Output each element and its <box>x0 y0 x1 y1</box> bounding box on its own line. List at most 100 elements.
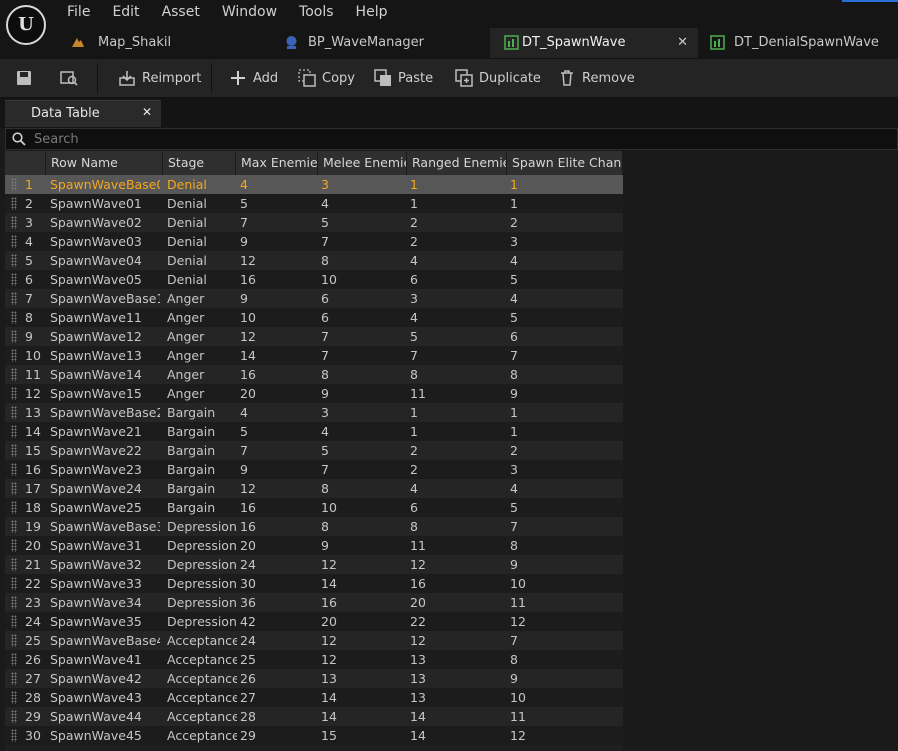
browse-button[interactable] <box>60 59 84 97</box>
row-ranged-enemies-cell: 20 <box>410 595 426 610</box>
row-name-cell: SpawnWaveBase00 <box>50 177 160 192</box>
tab-dt-denialspawnwave[interactable]: DT_DenialSpawnWave <box>698 28 898 58</box>
search-box <box>5 128 898 150</box>
table-row[interactable]: 15 SpawnWave22 Bargain 7 5 2 2 <box>5 441 623 460</box>
row-drag-handle-icon[interactable] <box>11 558 17 571</box>
row-drag-handle-icon[interactable] <box>11 330 17 343</box>
copy-button[interactable]: Copy <box>298 59 355 97</box>
browse-icon <box>60 71 78 86</box>
table-row[interactable]: 10 SpawnWave13 Anger 14 7 7 7 <box>5 346 623 365</box>
column-header-ranged-enemies[interactable]: Ranged Enemies <box>407 151 507 175</box>
menu-help[interactable]: Help <box>345 0 399 24</box>
table-row[interactable]: 5 SpawnWave04 Denial 12 8 4 4 <box>5 251 623 270</box>
table-row[interactable]: 17 SpawnWave24 Bargain 12 8 4 4 <box>5 479 623 498</box>
table-row[interactable]: 7 SpawnWaveBase10 Anger 9 6 3 4 <box>5 289 623 308</box>
table-row[interactable]: 28 SpawnWave43 Acceptance 27 14 13 10 <box>5 688 623 707</box>
column-header-spawn-elite-chance[interactable]: Spawn Elite Chance <box>507 151 623 175</box>
row-drag-handle-icon[interactable] <box>11 634 17 647</box>
add-button[interactable]: Add <box>229 59 278 97</box>
row-index-cell: 12 <box>25 386 41 401</box>
row-ranged-enemies-cell: 6 <box>410 500 418 515</box>
table-row[interactable]: 18 SpawnWave25 Bargain 16 10 6 5 <box>5 498 623 517</box>
remove-button[interactable]: Remove <box>558 59 635 97</box>
table-row[interactable]: 12 SpawnWave15 Anger 20 9 11 9 <box>5 384 623 403</box>
paste-button[interactable]: Paste <box>374 59 433 97</box>
row-drag-handle-icon[interactable] <box>11 501 17 514</box>
menu-tools[interactable]: Tools <box>288 0 345 24</box>
row-drag-handle-icon[interactable] <box>11 577 17 590</box>
table-row[interactable]: 23 SpawnWave34 Depression 36 16 20 11 <box>5 593 623 612</box>
row-drag-handle-icon[interactable] <box>11 653 17 666</box>
row-drag-handle-icon[interactable] <box>11 254 17 267</box>
unreal-logo-icon[interactable]: U <box>6 5 46 45</box>
row-drag-handle-icon[interactable] <box>11 729 17 742</box>
save-icon <box>17 71 31 85</box>
table-row[interactable]: 26 SpawnWave41 Acceptance 25 12 13 8 <box>5 650 623 669</box>
table-row[interactable]: 25 SpawnWaveBase40 Acceptance24 12 12 7 <box>5 631 623 650</box>
table-row[interactable]: 14 SpawnWave21 Bargain 5 4 1 1 <box>5 422 623 441</box>
table-row[interactable]: 20 SpawnWave31 Depression 20 9 11 8 <box>5 536 623 555</box>
row-drag-handle-icon[interactable] <box>11 406 17 419</box>
row-index-cell: 11 <box>25 367 41 382</box>
row-drag-handle-icon[interactable] <box>11 539 17 552</box>
column-header-melee-enemies[interactable]: Melee Enemies <box>318 151 407 175</box>
duplicate-button[interactable]: Duplicate <box>455 59 541 97</box>
table-row[interactable]: 19 SpawnWaveBase30 Depression16 8 8 7 <box>5 517 623 536</box>
row-drag-handle-icon[interactable] <box>11 463 17 476</box>
save-button[interactable] <box>15 59 39 97</box>
row-drag-handle-icon[interactable] <box>11 349 17 362</box>
table-row[interactable]: 27 SpawnWave42 Acceptance 26 13 13 9 <box>5 669 623 688</box>
search-input[interactable] <box>34 130 874 148</box>
close-panel-icon[interactable]: ✕ <box>142 105 152 119</box>
table-row[interactable]: 29 SpawnWave44 Acceptance 28 14 14 11 <box>5 707 623 726</box>
menu-edit[interactable]: Edit <box>101 0 150 24</box>
menu-window[interactable]: Window <box>211 0 288 24</box>
menu-file[interactable]: File <box>56 0 101 24</box>
table-row[interactable]: 22 SpawnWave33 Depression 30 14 16 10 <box>5 574 623 593</box>
row-drag-handle-icon[interactable] <box>11 691 17 704</box>
row-drag-handle-icon[interactable] <box>11 710 17 723</box>
row-drag-handle-icon[interactable] <box>11 444 17 457</box>
row-drag-handle-icon[interactable] <box>11 368 17 381</box>
table-row[interactable]: 9 SpawnWave12 Anger 12 7 5 6 <box>5 327 623 346</box>
row-melee-enemies-cell: 14 <box>321 576 337 591</box>
tab-map-shakil[interactable]: Map_Shakil <box>56 28 270 58</box>
data-table-panel-tab[interactable]: Data Table ✕ <box>5 100 161 127</box>
reimport-label: Reimport <box>142 70 202 86</box>
row-drag-handle-icon[interactable] <box>11 596 17 609</box>
table-row[interactable]: 13 SpawnWaveBase20 Bargain 4 3 1 1 <box>5 403 623 422</box>
table-row[interactable]: 24 SpawnWave35 Depression 42 20 22 12 <box>5 612 623 631</box>
table-row[interactable]: 16 SpawnWave23 Bargain 9 7 2 3 <box>5 460 623 479</box>
menu-asset[interactable]: Asset <box>151 0 211 24</box>
row-drag-handle-icon[interactable] <box>11 273 17 286</box>
row-drag-handle-icon[interactable] <box>11 482 17 495</box>
column-header-row-name[interactable]: Row Name <box>46 151 163 175</box>
table-row[interactable]: 11 SpawnWave14 Anger 16 8 8 8 <box>5 365 623 384</box>
row-drag-handle-icon[interactable] <box>11 311 17 324</box>
reimport-button[interactable]: Reimport <box>118 59 201 97</box>
row-drag-handle-icon[interactable] <box>11 235 17 248</box>
close-tab-icon[interactable]: ✕ <box>677 28 688 57</box>
row-drag-handle-icon[interactable] <box>11 387 17 400</box>
tab-dt-spawnwave[interactable]: DT_SpawnWave ✕ <box>490 28 698 58</box>
row-drag-handle-icon[interactable] <box>11 672 17 685</box>
tab-bp-wavemanager[interactable]: BP_WaveManager <box>270 28 490 58</box>
table-row[interactable]: 3 SpawnWave02 Denial 7 5 2 2 <box>5 213 623 232</box>
column-header-max-enemies[interactable]: Max Enemies <box>236 151 318 175</box>
table-row[interactable]: 30 SpawnWave45 Acceptance 29 15 14 12 <box>5 726 623 745</box>
row-drag-handle-icon[interactable] <box>11 425 17 438</box>
row-drag-handle-icon[interactable] <box>11 178 17 191</box>
table-row[interactable]: 21 SpawnWave32 Depression 24 12 12 9 <box>5 555 623 574</box>
row-drag-handle-icon[interactable] <box>11 197 17 210</box>
row-drag-handle-icon[interactable] <box>11 615 17 628</box>
table-row[interactable]: 6 SpawnWave05 Denial 16 10 6 5 <box>5 270 623 289</box>
table-row[interactable]: 4 SpawnWave03 Denial 9 7 2 3 <box>5 232 623 251</box>
table-row[interactable]: 1 SpawnWaveBase00 Denial 4 3 1 1 <box>5 175 623 194</box>
row-drag-handle-icon[interactable] <box>11 292 17 305</box>
row-drag-handle-icon[interactable] <box>11 520 17 533</box>
column-header-stage[interactable]: Stage <box>163 151 236 175</box>
table-row[interactable]: 8 SpawnWave11 Anger 10 6 4 5 <box>5 308 623 327</box>
row-drag-handle-icon[interactable] <box>11 216 17 229</box>
table-row[interactable]: 2 SpawnWave01 Denial 5 4 1 1 <box>5 194 623 213</box>
row-index-cell: 2 <box>25 196 33 211</box>
